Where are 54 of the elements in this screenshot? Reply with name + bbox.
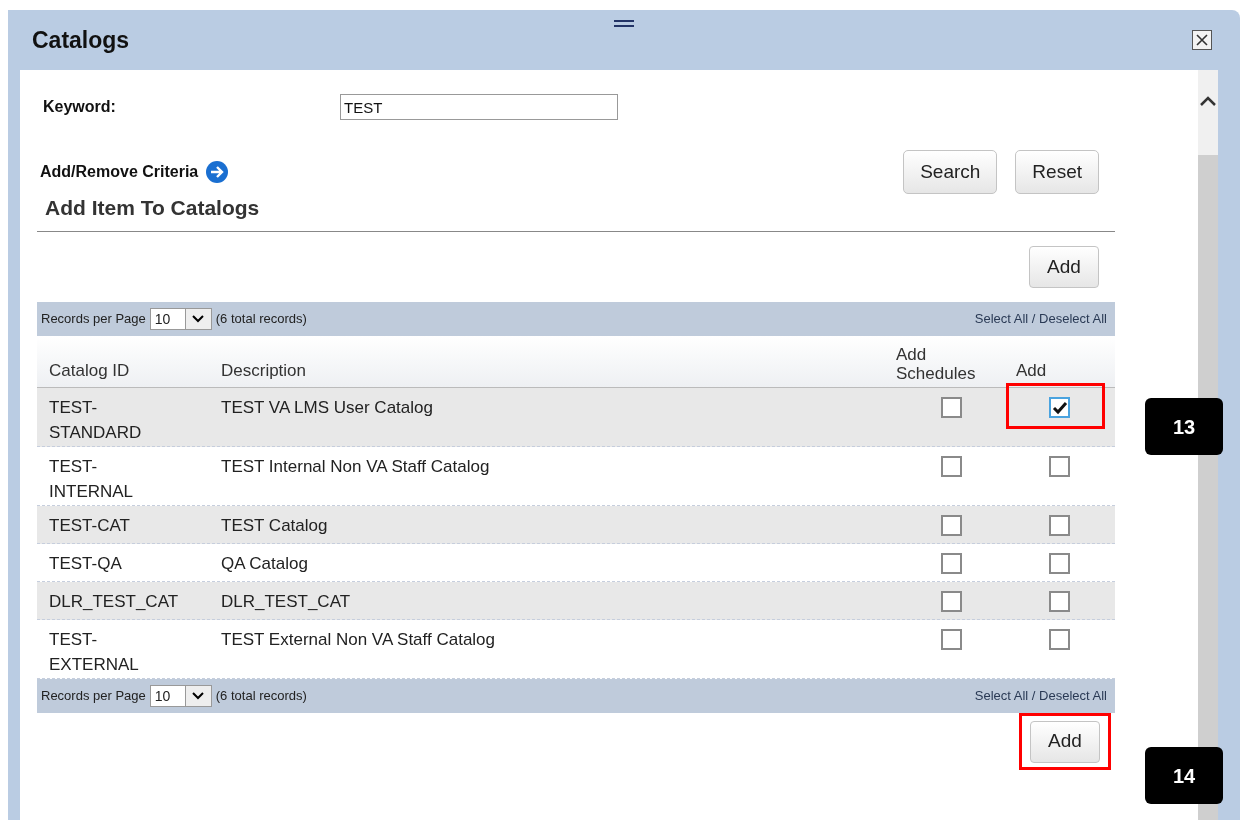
drag-handle-icon[interactable] xyxy=(614,20,634,27)
catalog-id-cell-text: TEST- EXTERNAL xyxy=(48,629,140,676)
checkbox[interactable] xyxy=(941,629,962,650)
column-header: Add xyxy=(1015,359,1048,382)
column-header: Add Schedules xyxy=(896,345,977,383)
chevron-down-icon xyxy=(184,309,211,329)
description-cell-text: TEST Internal Non VA Staff Catalog xyxy=(220,456,491,478)
window-title: Catalogs xyxy=(32,25,130,55)
step-callout: 13 xyxy=(1145,398,1223,455)
catalog-id-cell-text: DLR_TEST_CAT xyxy=(48,591,180,613)
add-button[interactable]: Add xyxy=(1029,246,1099,288)
records-per-page-label: Records per Page xyxy=(41,687,146,706)
catalog-id-cell-text: TEST-QA xyxy=(48,553,123,575)
checkbox[interactable] xyxy=(941,553,962,574)
checkbox[interactable] xyxy=(1049,397,1070,418)
keyword-field[interactable]: TEST xyxy=(340,94,618,120)
checkbox[interactable] xyxy=(1049,456,1070,477)
checkbox[interactable] xyxy=(1049,553,1070,574)
checkbox[interactable] xyxy=(941,591,962,612)
per-page-select[interactable]: 10 xyxy=(149,308,212,330)
description-cell-text: DLR_TEST_CAT xyxy=(220,591,352,613)
total-records-text: (6 total records) xyxy=(215,310,307,329)
checkbox[interactable] xyxy=(941,515,962,536)
step-callout: 14 xyxy=(1145,747,1223,804)
column-header: Description xyxy=(220,359,308,382)
add-remove-criteria-link[interactable]: Add/Remove Criteria xyxy=(40,160,199,184)
arrow-right-icon xyxy=(206,161,229,183)
per-page-select[interactable]: 10 xyxy=(149,685,212,707)
description-cell-text: TEST Catalog xyxy=(220,515,329,537)
catalog-id-cell-text: TEST-CAT xyxy=(48,515,131,537)
checkbox[interactable] xyxy=(1049,515,1070,536)
keyword-label: Keyword: xyxy=(42,97,117,117)
catalog-id-cell-text: TEST- STANDARD xyxy=(48,397,143,444)
description-cell-text: TEST VA LMS User Catalog xyxy=(220,397,434,419)
description-cell-text: QA Catalog xyxy=(220,553,309,575)
column-header: Catalog ID xyxy=(48,359,131,382)
checkbox[interactable] xyxy=(1049,629,1070,650)
close-icon[interactable] xyxy=(1192,30,1212,50)
table-row[interactable]: DLR_TEST_CAT DLR_TEST_CAT xyxy=(37,582,1115,620)
select-all-link[interactable]: Select All / Deselect All xyxy=(974,686,1107,706)
records-per-page-label: Records per Page xyxy=(41,310,146,329)
description-cell-text: TEST External Non VA Staff Catalog xyxy=(220,629,497,651)
section-heading: Add Item To Catalogs xyxy=(45,194,260,221)
checkbox[interactable] xyxy=(1049,591,1070,612)
add-button[interactable]: Add xyxy=(1030,720,1100,763)
checkbox[interactable] xyxy=(941,456,962,477)
select-all-link[interactable]: Select All / Deselect All xyxy=(974,309,1107,329)
search-form-button[interactable]: Search xyxy=(903,150,998,194)
total-records-text: (6 total records) xyxy=(215,687,307,706)
catalog-id-cell-text: TEST- INTERNAL xyxy=(48,456,135,503)
table-row[interactable]: TEST-CAT TEST Catalog xyxy=(37,506,1115,544)
checkbox[interactable] xyxy=(941,397,962,418)
search-form-button[interactable]: Reset xyxy=(1015,150,1099,194)
chevron-down-icon xyxy=(184,686,211,706)
